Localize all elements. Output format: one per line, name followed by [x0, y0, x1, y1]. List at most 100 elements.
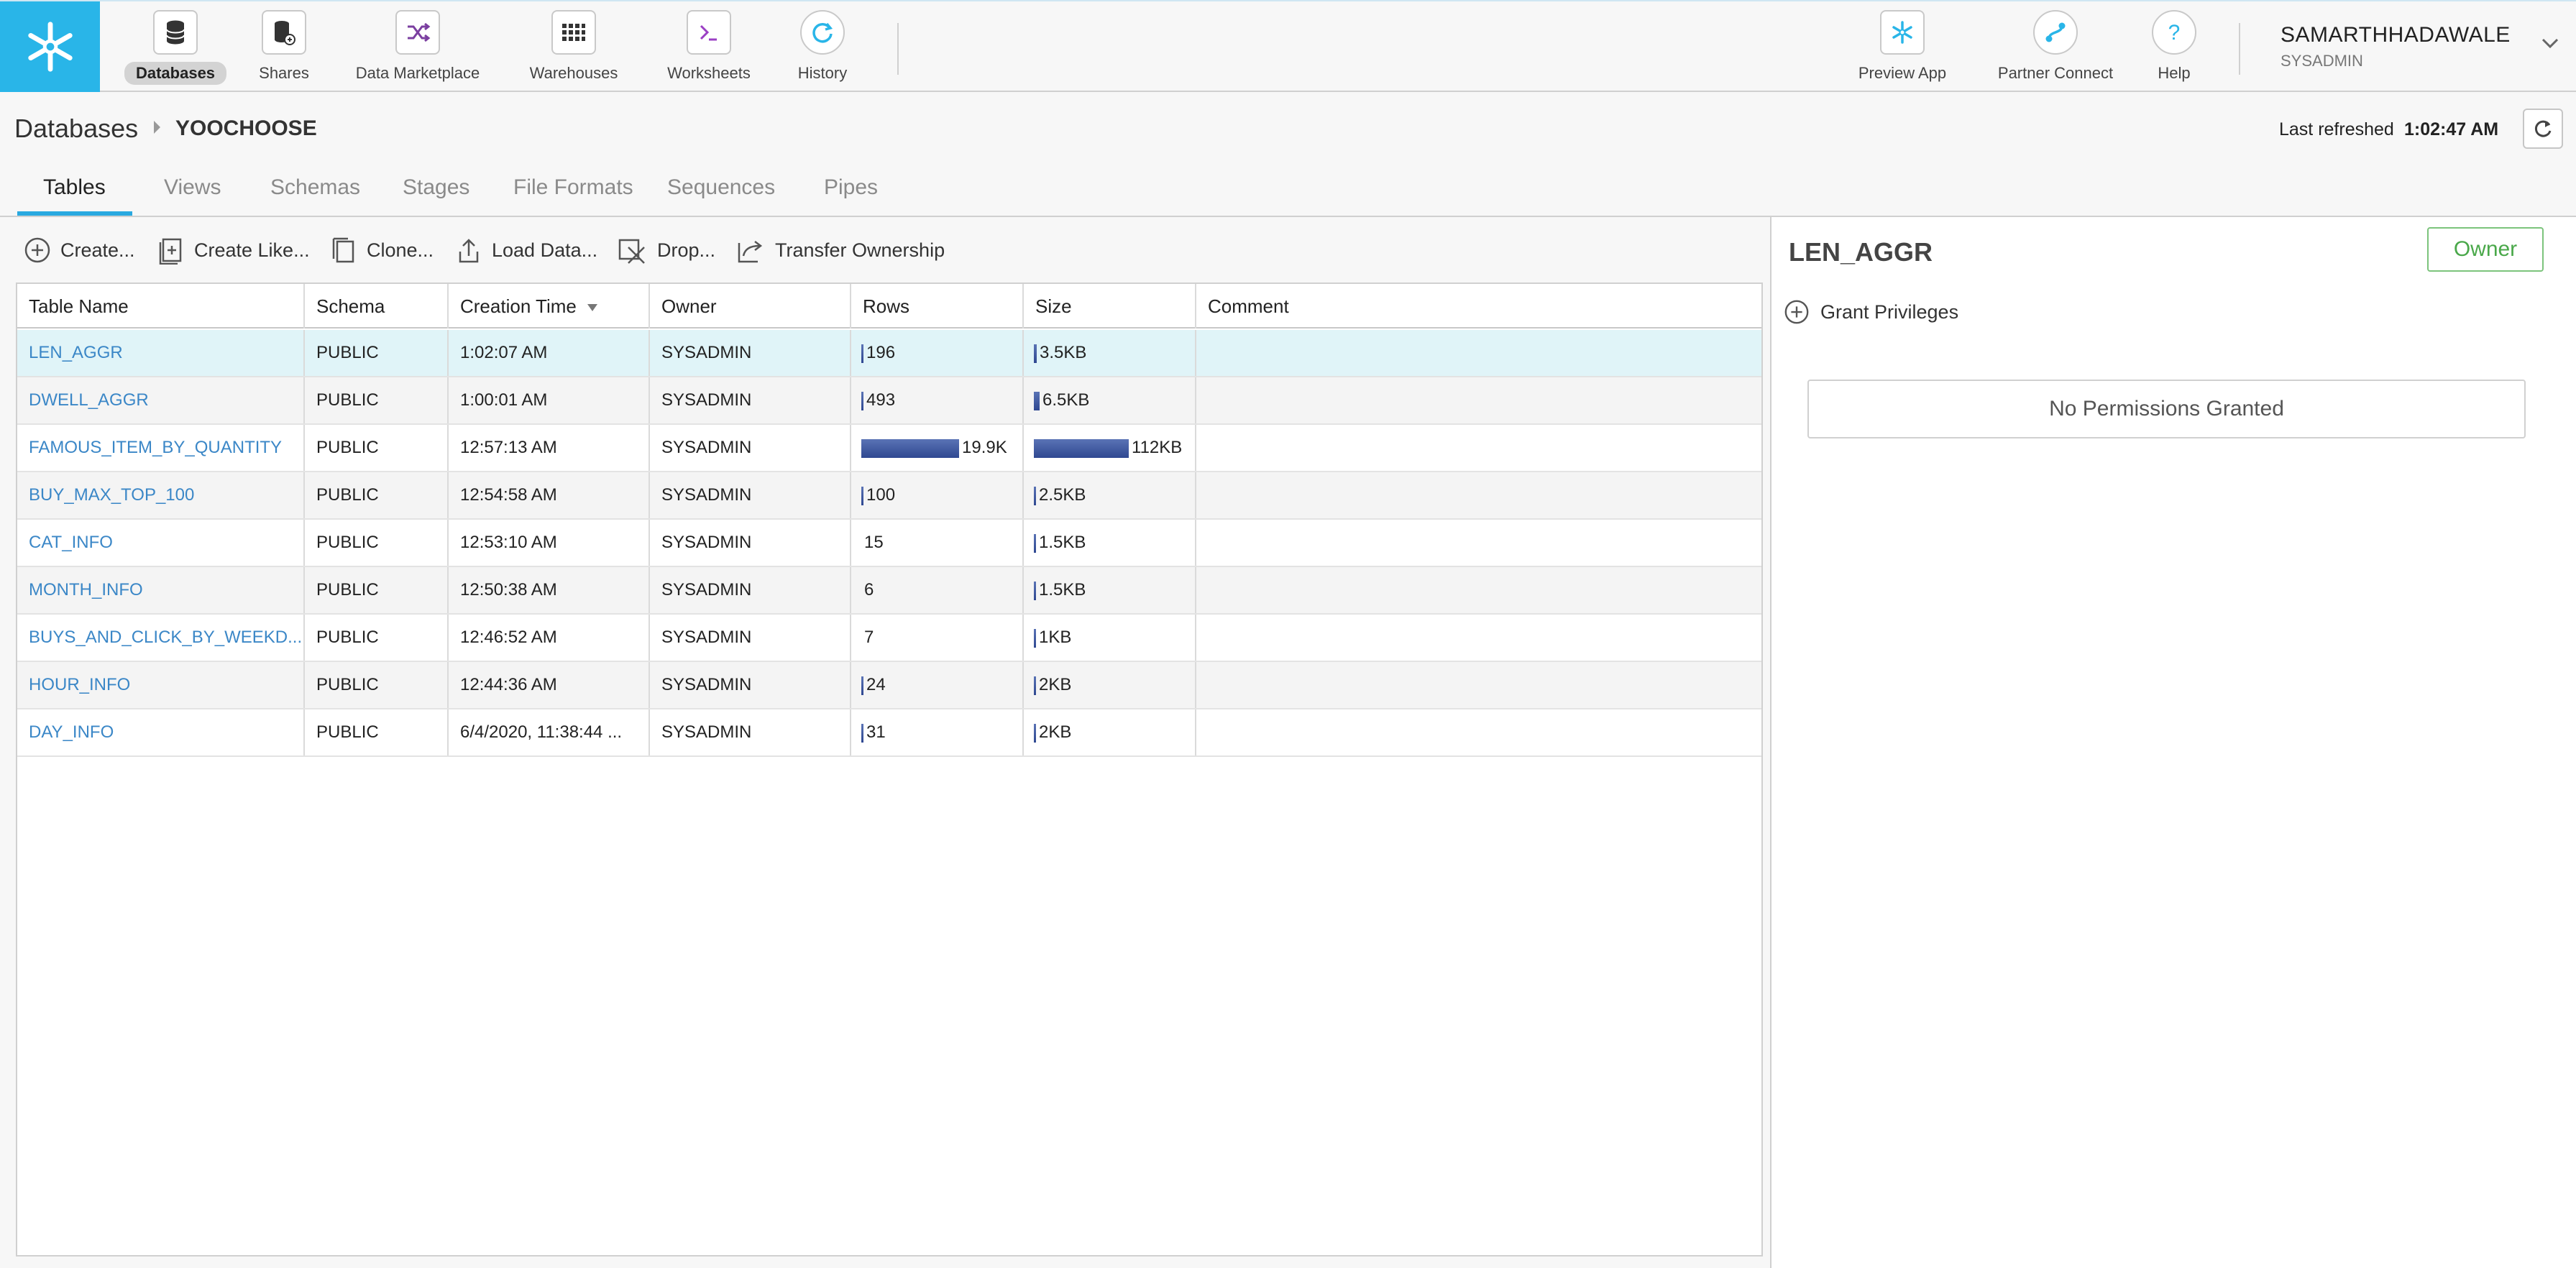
column-header-creation-time[interactable]: Creation Time [449, 284, 650, 329]
table-row[interactable]: DAY_INFO PUBLIC 6/4/2020, 11:38:44 ... SYSA… [17, 709, 1761, 757]
nav-data-marketplace[interactable]: Data Marketplace [341, 1, 495, 92]
tab-pipes[interactable]: Pipes [824, 175, 878, 200]
table-row[interactable]: CAT_INFO PUBLIC 12:53:10 AM SYSADMIN 15 1.5KB [17, 520, 1761, 567]
cell-schema: PUBLIC [305, 472, 449, 518]
cell-table-name-text[interactable]: CAT_INFO [29, 533, 113, 552]
creation-time-label: Creation Time [460, 295, 577, 317]
user-role[interactable]: SYSADMIN [2281, 52, 2363, 70]
upload-icon [459, 239, 479, 263]
table-row[interactable]: BUY_MAX_TOP_100 PUBLIC 12:54:58 AM SYSADMIN… [17, 472, 1761, 520]
cell-table-name-text[interactable]: FAMOUS_ITEM_BY_QUANTITY [29, 438, 282, 457]
cell-table-name[interactable]: DWELL_AGGR [17, 377, 305, 423]
sort-desc-icon [587, 304, 598, 312]
cell-table-name[interactable]: DAY_INFO [17, 709, 305, 755]
cell-table-name[interactable]: MONTH_INFO [17, 567, 305, 613]
cell-table-name-text[interactable]: HOUR_INFO [29, 675, 130, 694]
nav-help[interactable]: ? Help [2148, 1, 2200, 92]
create-button[interactable]: Create... [23, 236, 135, 265]
nav-label: History [797, 64, 848, 82]
chevron-down-icon[interactable] [2540, 36, 2560, 54]
cell-comment [1196, 662, 1761, 708]
cell-size-bar [1034, 723, 1036, 743]
drop-icon [618, 239, 645, 264]
table-row[interactable]: DWELL_AGGR PUBLIC 1:00:01 AM SYSADMIN 493 6.5… [17, 377, 1761, 425]
nav-preview-app[interactable]: Preview App [1841, 1, 1964, 92]
cell-table-name-text[interactable]: BUYS_AND_CLICK_BY_WEEKD... [29, 628, 302, 647]
cell-table-name-text[interactable]: BUY_MAX_TOP_100 [29, 485, 194, 505]
svg-text:?: ? [2168, 21, 2181, 45]
cell-rows-bar [861, 723, 863, 743]
drop-button[interactable]: Drop... [617, 236, 715, 265]
cell-owner-text: SYSADMIN [661, 438, 752, 457]
cell-owner: SYSADMIN [650, 567, 851, 613]
column-header-rows[interactable]: Rows [851, 284, 1024, 329]
cell-comment [1196, 425, 1761, 471]
cell-table-name[interactable]: FAMOUS_ITEM_BY_QUANTITY [17, 425, 305, 471]
refresh-button[interactable] [2523, 109, 2563, 149]
cell-table-name[interactable]: HOUR_INFO [17, 662, 305, 708]
nav-shares[interactable]: Shares [249, 1, 319, 92]
cell-schema-text: PUBLIC [316, 675, 379, 694]
cell-rows: 196 [851, 330, 1024, 376]
table-row[interactable]: MONTH_INFO PUBLIC 12:50:38 AM SYSADMIN 6 1.5K… [17, 567, 1761, 615]
clone-icon [332, 237, 354, 263]
cell-table-name-text[interactable]: DWELL_AGGR [29, 390, 149, 410]
column-header-size[interactable]: Size [1024, 284, 1196, 329]
cell-table-name[interactable]: CAT_INFO [17, 520, 305, 566]
cell-size-text: 1.5KB [1039, 533, 1086, 552]
cell-table-name[interactable]: BUYS_AND_CLICK_BY_WEEKD... [17, 615, 305, 661]
table-row[interactable]: FAMOUS_ITEM_BY_QUANTITY PUBLIC 12:57:13 AM… [17, 425, 1761, 472]
column-header-table-name[interactable]: Table Name [17, 284, 305, 329]
column-header-comment[interactable]: Comment [1196, 284, 1761, 329]
cell-size-text: 2KB [1039, 675, 1072, 694]
nav-warehouses[interactable]: Warehouses [516, 1, 631, 92]
grant-privileges-button[interactable]: Grant Privileges [1783, 298, 1958, 326]
clone-button[interactable]: Clone... [329, 236, 434, 265]
cell-size-bar [1034, 628, 1036, 648]
cell-creation-time-text: 1:02:07 AM [460, 343, 548, 362]
nav-worksheets[interactable]: Worksheets [651, 1, 766, 92]
cell-schema-text: PUBLIC [316, 485, 379, 505]
tab-tables[interactable]: Tables [43, 175, 106, 200]
tab-stages[interactable]: Stages [403, 175, 469, 200]
transfer-icon [738, 241, 763, 263]
breadcrumb-databases[interactable]: Databases [14, 114, 138, 144]
partner-connect-icon [2033, 10, 2078, 55]
user-name[interactable]: SAMARTHHADAWALE [2281, 23, 2511, 47]
tab-sequences[interactable]: Sequences [667, 175, 775, 200]
column-header-schema[interactable]: Schema [305, 284, 449, 329]
nav-label: Databases [124, 62, 227, 85]
snowflake-logo[interactable] [0, 1, 100, 92]
cell-table-name[interactable]: LEN_AGGR [17, 330, 305, 376]
cell-owner-text: SYSADMIN [661, 485, 752, 505]
cell-rows: 24 [851, 662, 1024, 708]
cell-table-name[interactable]: BUY_MAX_TOP_100 [17, 472, 305, 518]
nav-label: Partner Connect [1997, 64, 2114, 82]
cell-creation-time: 6/4/2020, 11:38:44 ... [449, 709, 650, 755]
tab-file-formats[interactable]: File Formats [513, 175, 633, 200]
tab-views[interactable]: Views [164, 175, 221, 200]
transfer-ownership-button[interactable]: Transfer Ownership [735, 236, 945, 265]
cell-schema: PUBLIC [305, 520, 449, 566]
tab-schemas[interactable]: Schemas [270, 175, 360, 200]
column-header-owner[interactable]: Owner [650, 284, 851, 329]
nav-databases[interactable]: Databases [124, 1, 227, 92]
cell-table-name-text[interactable]: MONTH_INFO [29, 580, 143, 599]
cell-rows-text: 24 [866, 675, 886, 694]
app-window: Databases Shares Data Marketplace Wareho… [0, 0, 2576, 1268]
nav-history[interactable]: History [784, 1, 861, 92]
table-row[interactable]: BUYS_AND_CLICK_BY_WEEKD... PUBLIC 12:46:52… [17, 615, 1761, 662]
cell-rows-bar [861, 438, 959, 458]
table-row[interactable]: LEN_AGGR PUBLIC 1:02:07 AM SYSADMIN 196 3.5KB [17, 330, 1761, 377]
cell-table-name-text[interactable]: LEN_AGGR [29, 343, 123, 362]
clone-label: Clone... [367, 239, 434, 261]
table-row[interactable]: HOUR_INFO PUBLIC 12:44:36 AM SYSADMIN 24 2KB [17, 662, 1761, 709]
create-like-button[interactable]: Create Like... [157, 236, 310, 265]
plus-circle-icon [1784, 300, 1809, 324]
cell-creation-time: 12:50:38 AM [449, 567, 650, 613]
nav-partner-connect[interactable]: Partner Connect [1981, 1, 2130, 92]
cell-table-name-text[interactable]: DAY_INFO [29, 722, 114, 742]
cell-creation-time: 12:54:58 AM [449, 472, 650, 518]
cell-owner-text: SYSADMIN [661, 675, 752, 694]
load-data-button[interactable]: Load Data... [454, 236, 597, 265]
